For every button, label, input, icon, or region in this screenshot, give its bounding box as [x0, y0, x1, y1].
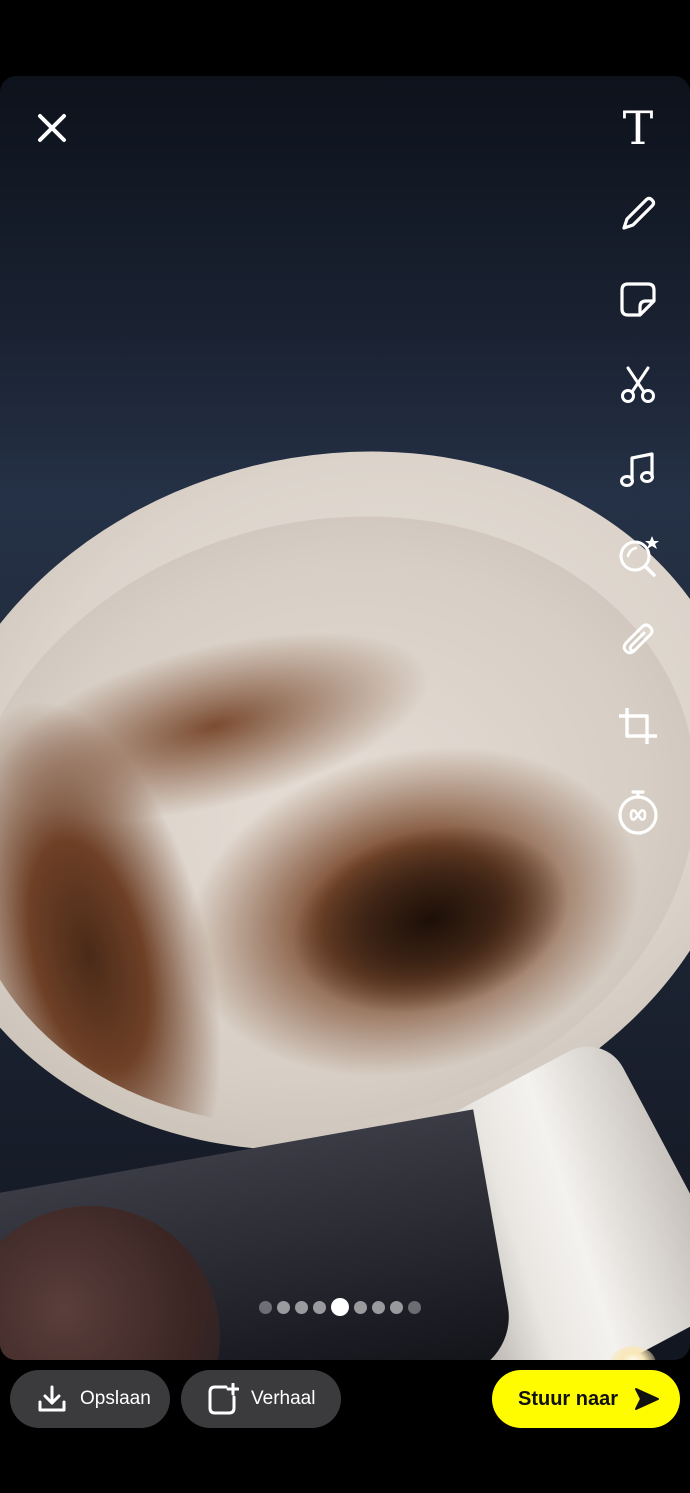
lens-search-tool-button[interactable]	[610, 528, 666, 584]
attach-tool-button[interactable]	[610, 613, 666, 669]
pencil-icon	[622, 196, 656, 230]
send-to-label: Stuur naar	[518, 1387, 619, 1410]
photo-preview[interactable]	[0, 76, 690, 1360]
carousel-dot[interactable]	[313, 1300, 326, 1314]
story-button[interactable]: Verhaal	[181, 1370, 341, 1428]
editing-toolbar: T	[606, 100, 670, 870]
paperclip-icon	[622, 623, 654, 655]
save-button-label: Opslaan	[80, 1388, 151, 1409]
text-tool-button[interactable]: T	[610, 100, 666, 156]
carousel-dot[interactable]	[372, 1300, 385, 1314]
music-tool-button[interactable]	[610, 442, 666, 498]
download-icon	[36, 1383, 68, 1415]
scissors-tool-button[interactable]	[610, 357, 666, 413]
text-icon: T	[622, 101, 654, 155]
save-button[interactable]: Opslaan	[10, 1370, 170, 1428]
carousel-dot[interactable]	[408, 1300, 421, 1314]
carousel-dot[interactable]	[259, 1300, 272, 1314]
close-button[interactable]	[28, 104, 76, 152]
send-to-button[interactable]: Stuur naar	[492, 1370, 680, 1428]
close-icon	[38, 114, 66, 142]
music-icon	[620, 452, 654, 487]
lens-search-icon	[619, 535, 659, 577]
draw-tool-button[interactable]	[610, 186, 666, 242]
scissors-icon	[621, 366, 655, 403]
sticker-icon	[620, 282, 656, 317]
crop-icon	[619, 707, 657, 744]
story-button-label: Verhaal	[251, 1388, 316, 1409]
carousel-dots	[259, 1298, 421, 1316]
carousel-dot-active[interactable]	[331, 1298, 349, 1316]
carousel-dot[interactable]	[295, 1300, 308, 1314]
carousel-dot[interactable]	[390, 1300, 403, 1314]
carousel-dot[interactable]	[277, 1300, 290, 1314]
carousel-dot[interactable]	[354, 1300, 367, 1314]
send-arrow-icon	[635, 1388, 659, 1410]
sticker-tool-button[interactable]	[610, 271, 666, 327]
crop-tool-button[interactable]	[610, 699, 666, 755]
timer-icon	[618, 790, 658, 835]
timer-tool-button[interactable]	[610, 784, 666, 840]
add-story-icon	[207, 1383, 239, 1415]
